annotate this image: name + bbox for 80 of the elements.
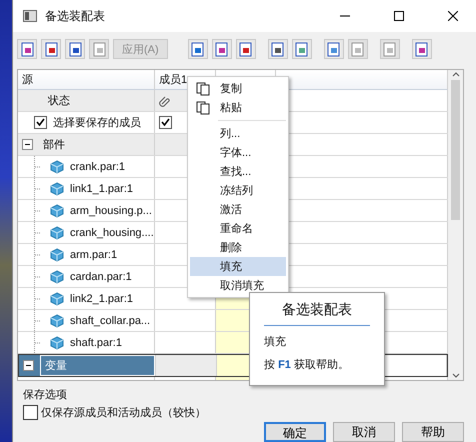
dialog-button[interactable]: 帮助 — [402, 422, 464, 442]
paperclip-icon — [159, 94, 171, 106]
scroll-down-icon[interactable] — [452, 372, 460, 380]
cube-icon — [50, 160, 64, 174]
part-name[interactable]: cardan.par:1 — [70, 270, 132, 282]
menu-item[interactable]: 粘贴 — [190, 98, 286, 117]
scrollbar[interactable] — [448, 70, 463, 380]
part-name[interactable]: crank_housing.... — [70, 226, 154, 238]
paste-icon — [196, 100, 210, 114]
toolbar-button[interactable] — [65, 39, 85, 59]
menu-item[interactable]: 取消填充 — [190, 276, 286, 295]
checkmark-icon — [36, 118, 45, 127]
scroll-up-icon[interactable] — [452, 70, 460, 78]
toolbar-icon — [294, 42, 310, 56]
toolbar-button[interactable] — [268, 39, 288, 59]
toolbar-button[interactable] — [236, 39, 256, 59]
toolbar-icon — [414, 42, 430, 56]
toolbar-icon — [270, 42, 286, 56]
cube-icon — [50, 226, 64, 240]
cube-icon — [50, 292, 64, 306]
cube-icon — [50, 248, 64, 262]
group-label[interactable]: 变量 — [40, 355, 155, 376]
toolbar-icon — [20, 42, 34, 56]
copy-icon — [196, 82, 210, 96]
group-label[interactable]: 部件 — [39, 134, 154, 155]
menu-item[interactable]: 查找... — [190, 162, 286, 181]
status-label: 状态 — [48, 94, 70, 108]
cube-icon — [50, 204, 64, 218]
toolbar-icon — [238, 42, 254, 56]
collapse-icon[interactable] — [23, 360, 34, 371]
checkmark-icon — [161, 118, 170, 127]
window-title: 备选装配表 — [45, 8, 106, 24]
toolbar-icon — [68, 42, 82, 56]
toolbar-icon — [44, 42, 58, 56]
part-name[interactable]: crank.par:1 — [70, 160, 126, 172]
toolbar-icon — [350, 42, 366, 56]
cube-icon — [50, 270, 64, 284]
save-options-label: 保存选项 — [23, 388, 68, 402]
menu-item[interactable]: 冻结列 — [190, 181, 286, 200]
cube-icon — [50, 336, 64, 350]
toolbar-icon — [190, 42, 206, 56]
toolbar-icon — [92, 42, 106, 56]
cube-icon — [50, 182, 64, 196]
maximize-icon[interactable] — [394, 11, 404, 21]
save-options-checkbox[interactable]: 仅保存源成员和活动成员（较快） — [23, 405, 476, 420]
part-name[interactable]: link1_1.par:1 — [70, 182, 133, 194]
tooltip-text: 填充 — [264, 335, 287, 349]
toolbar-icon — [326, 42, 342, 56]
part-name[interactable]: shaft.par:1 — [70, 336, 122, 348]
part-name[interactable]: shaft_collar.pa... — [70, 314, 150, 326]
checkbox[interactable] — [159, 116, 172, 129]
collapse-icon[interactable] — [22, 139, 33, 150]
toolbar-button[interactable] — [17, 39, 37, 59]
toolbar-button[interactable] — [41, 39, 61, 59]
part-name[interactable]: link2_1.par:1 — [70, 292, 133, 304]
menu-item[interactable]: 激活 — [190, 200, 286, 219]
close-icon[interactable] — [448, 11, 458, 21]
toolbar-button[interactable] — [324, 39, 344, 59]
toolbar-icon — [214, 42, 230, 56]
menu-item[interactable]: 删除 — [190, 238, 286, 257]
tooltip-title: 备选装配表 — [264, 301, 370, 326]
tooltip-help-text: 按 F1 获取帮助。 — [264, 358, 350, 372]
dialog-button[interactable]: 取消 — [333, 422, 395, 442]
cube-icon — [50, 314, 64, 328]
checkbox[interactable] — [34, 116, 47, 129]
toolbar-button[interactable] — [292, 39, 312, 59]
menu-item[interactable]: 字体... — [190, 143, 286, 162]
part-name[interactable]: arm.par:1 — [70, 248, 118, 260]
part-name[interactable]: arm_housing.p... — [70, 204, 152, 216]
toolbar-button[interactable] — [188, 39, 208, 59]
window-icon — [23, 10, 37, 22]
toolbar-button[interactable] — [412, 39, 432, 59]
menu-item[interactable]: 列... — [190, 124, 286, 143]
column-header[interactable]: 源 — [18, 70, 155, 90]
dialog-button[interactable]: 确定 — [264, 422, 326, 442]
menu-item[interactable]: 重命名 — [190, 219, 286, 238]
select-members-label: 选择要保存的成员 — [53, 116, 141, 130]
toolbar-icon — [382, 42, 398, 56]
menu-item[interactable]: 填充 — [190, 257, 286, 276]
toolbar-button[interactable] — [212, 39, 232, 59]
